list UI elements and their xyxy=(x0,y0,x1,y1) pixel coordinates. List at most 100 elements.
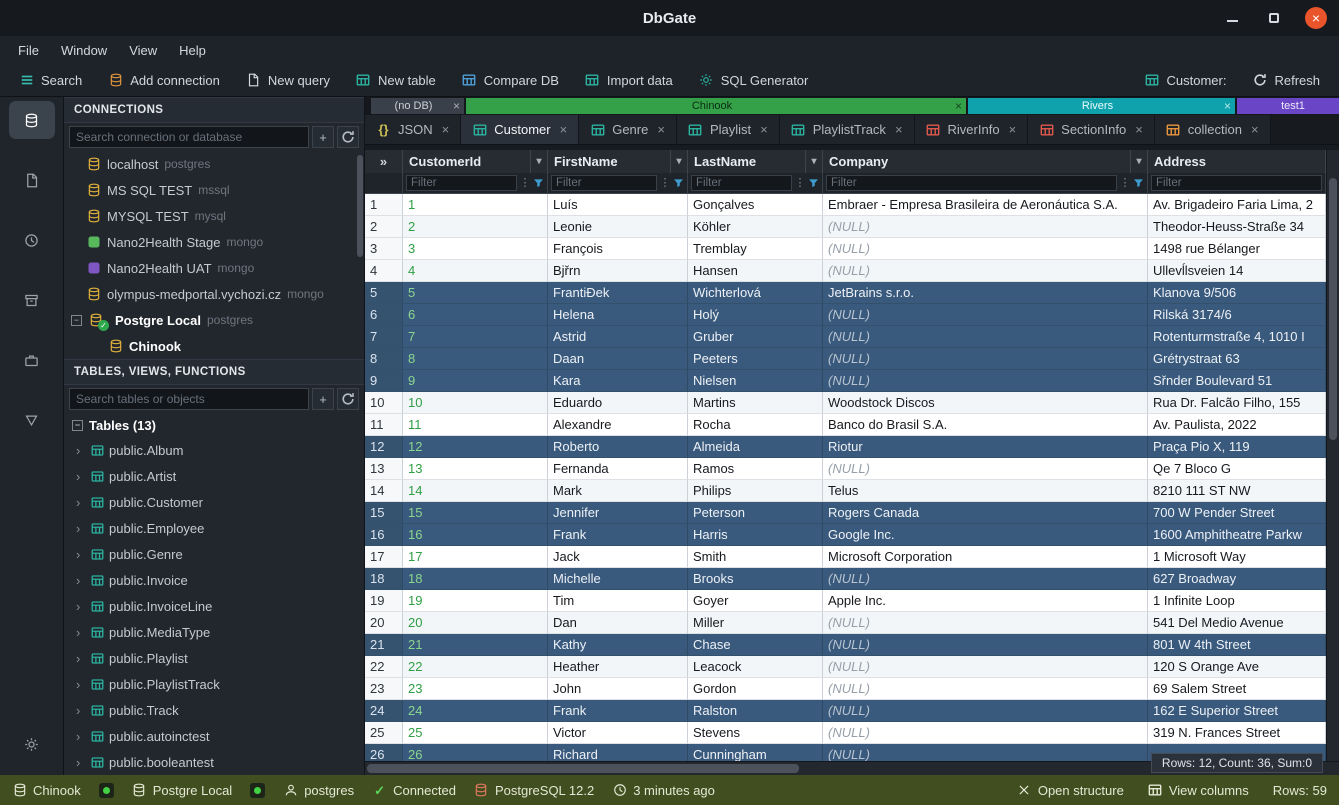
connection-item[interactable]: − ✓ Nano2Health UAT mongo xyxy=(64,255,364,281)
cell-address[interactable]: Theodor-Heuss-Straße 34 xyxy=(1148,216,1326,238)
cell-company[interactable]: Rogers Canada xyxy=(823,502,1148,524)
table-row[interactable]: 6 6 Helena Holý (NULL) Rilská 3174/6 xyxy=(365,304,1339,326)
cell-lastname[interactable]: Cunningham xyxy=(688,744,823,761)
database-tab[interactable]: test1 × xyxy=(1237,98,1339,114)
table-row[interactable]: 15 15 Jennifer Peterson Rogers Canada 70… xyxy=(365,502,1339,524)
filter-input[interactable] xyxy=(826,175,1117,191)
cell-firstname[interactable]: Eduardo xyxy=(548,392,688,414)
table-row[interactable]: 9 9 Kara Nielsen (NULL) Sřnder Boulevard… xyxy=(365,370,1339,392)
statusbar-item[interactable]: PostgreSQL 12.2 xyxy=(474,783,594,798)
file-tab[interactable]: SectionInfo × xyxy=(1028,115,1155,144)
cell-address[interactable]: Rilská 3174/6 xyxy=(1148,304,1326,326)
table-row[interactable]: 4 4 Bjřrn Hansen (NULL) Ullevĺlsveien 14 xyxy=(365,260,1339,282)
connection-item[interactable]: − ✓ localhost postgres xyxy=(64,151,364,177)
cell-company[interactable]: (NULL) xyxy=(823,656,1148,678)
cell-address[interactable]: 8210 111 ST NW xyxy=(1148,480,1326,502)
cell-address[interactable]: Sřnder Boulevard 51 xyxy=(1148,370,1326,392)
filter-input[interactable] xyxy=(551,175,657,191)
cell-customerid[interactable]: 8 xyxy=(403,348,548,370)
cell-customerid[interactable]: 20 xyxy=(403,612,548,634)
table-row[interactable]: 13 13 Fernanda Ramos (NULL) Qe 7 Bloco G xyxy=(365,458,1339,480)
refresh-connections-button[interactable] xyxy=(337,126,359,148)
row-number[interactable]: 14 xyxy=(365,480,403,502)
cell-address[interactable]: 69 Salem Street xyxy=(1148,678,1326,700)
chevron-down-icon[interactable]: ▾ xyxy=(805,150,822,173)
cell-company[interactable]: (NULL) xyxy=(823,238,1148,260)
cell-address[interactable]: Grétrystraat 63 xyxy=(1148,348,1326,370)
chevron-down-icon[interactable]: ▾ xyxy=(530,150,547,173)
row-number[interactable]: 20 xyxy=(365,612,403,634)
row-number[interactable]: 5 xyxy=(365,282,403,304)
toolbar-button[interactable]: Search xyxy=(6,64,95,96)
cell-lastname[interactable]: Harris xyxy=(688,524,823,546)
cell-address[interactable]: Av. Brigadeiro Faria Lima, 2 xyxy=(1148,194,1326,216)
cell-address[interactable]: Praça Pio X, 119 xyxy=(1148,436,1326,458)
close-button[interactable]: × xyxy=(1305,7,1327,29)
cell-company[interactable]: Apple Inc. xyxy=(823,590,1148,612)
cell-customerid[interactable]: 14 xyxy=(403,480,548,502)
row-number[interactable]: 2 xyxy=(365,216,403,238)
row-number[interactable]: 6 xyxy=(365,304,403,326)
file-tab[interactable]: PlaylistTrack × xyxy=(780,115,915,144)
activity-history[interactable] xyxy=(9,221,55,259)
collapse-icon[interactable]: − xyxy=(71,315,82,326)
statusbar-item[interactable]: Postgre Local xyxy=(132,783,233,798)
statusbar-item[interactable]: postgres xyxy=(283,783,354,798)
cell-firstname[interactable]: Helena xyxy=(548,304,688,326)
activity-connections[interactable] xyxy=(9,101,55,139)
tables-group-row[interactable]: − Tables (13) xyxy=(64,413,364,437)
cell-firstname[interactable]: Jennifer xyxy=(548,502,688,524)
cell-firstname[interactable]: Victor xyxy=(548,722,688,744)
cell-company[interactable]: (NULL) xyxy=(823,348,1148,370)
menu-item[interactable]: Window xyxy=(51,40,117,61)
cell-company[interactable]: Banco do Brasil S.A. xyxy=(823,414,1148,436)
connection-item[interactable]: − ✓ olympus-medportal.vychozi.cz mongo xyxy=(64,281,364,307)
cell-customerid[interactable]: 23 xyxy=(403,678,548,700)
chevron-right-icon[interactable]: › xyxy=(76,677,86,692)
table-row[interactable]: 2 2 Leonie Köhler (NULL) Theodor-Heuss-S… xyxy=(365,216,1339,238)
column-header-address[interactable]: Address xyxy=(1148,150,1326,173)
add-connection-mini-button[interactable]: + xyxy=(312,126,334,148)
cell-firstname[interactable]: Alexandre xyxy=(548,414,688,436)
tables-search-input[interactable] xyxy=(69,388,309,410)
file-tab[interactable]: Playlist × xyxy=(677,115,780,144)
menu-item[interactable]: File xyxy=(8,40,49,61)
cell-company[interactable]: (NULL) xyxy=(823,678,1148,700)
table-item[interactable]: › public.autoinctest xyxy=(64,723,364,749)
row-number[interactable]: 22 xyxy=(365,656,403,678)
settings-button[interactable] xyxy=(9,725,55,763)
cell-firstname[interactable]: Jack xyxy=(548,546,688,568)
cell-address[interactable]: 700 W Pender Street xyxy=(1148,502,1326,524)
cell-customerid[interactable]: 19 xyxy=(403,590,548,612)
table-item[interactable]: › public.Customer xyxy=(64,489,364,515)
cell-firstname[interactable]: Luís xyxy=(548,194,688,216)
cell-address[interactable]: 801 W 4th Street xyxy=(1148,634,1326,656)
cell-lastname[interactable]: Tremblay xyxy=(688,238,823,260)
table-row[interactable]: 8 8 Daan Peeters (NULL) Grétrystraat 63 xyxy=(365,348,1339,370)
filter-input[interactable] xyxy=(1151,175,1322,191)
file-tab[interactable]: collection × xyxy=(1155,115,1271,144)
activity-archive[interactable] xyxy=(9,281,55,319)
cell-customerid[interactable]: 9 xyxy=(403,370,548,392)
cell-lastname[interactable]: Ralston xyxy=(688,700,823,722)
funnel-filter-icon[interactable] xyxy=(673,178,684,189)
statusbar-item[interactable]: ✓Connected xyxy=(372,783,456,798)
statusbar-item[interactable]: View columns xyxy=(1148,783,1249,798)
cell-address[interactable]: 1498 rue Bélanger xyxy=(1148,238,1326,260)
cell-address[interactable]: 1 Microsoft Way xyxy=(1148,546,1326,568)
cell-lastname[interactable]: Rocha xyxy=(688,414,823,436)
connection-item[interactable]: − ✓ Chinook xyxy=(64,333,364,359)
database-tab[interactable]: Chinook × xyxy=(466,98,966,114)
column-header-firstname[interactable]: FirstName▾ xyxy=(548,150,688,173)
cell-company[interactable]: Google Inc. xyxy=(823,524,1148,546)
cell-company[interactable]: Embraer - Empresa Brasileira de Aeronáut… xyxy=(823,194,1148,216)
row-number[interactable]: 16 xyxy=(365,524,403,546)
chevron-right-icon[interactable]: › xyxy=(76,547,86,562)
cell-firstname[interactable]: Kara xyxy=(548,370,688,392)
chevron-right-icon[interactable]: › xyxy=(76,755,86,770)
row-number[interactable]: 23 xyxy=(365,678,403,700)
cell-lastname[interactable]: Brooks xyxy=(688,568,823,590)
cell-firstname[interactable]: Michelle xyxy=(548,568,688,590)
chevron-right-icon[interactable]: › xyxy=(76,729,86,744)
close-icon[interactable]: × xyxy=(760,122,768,137)
